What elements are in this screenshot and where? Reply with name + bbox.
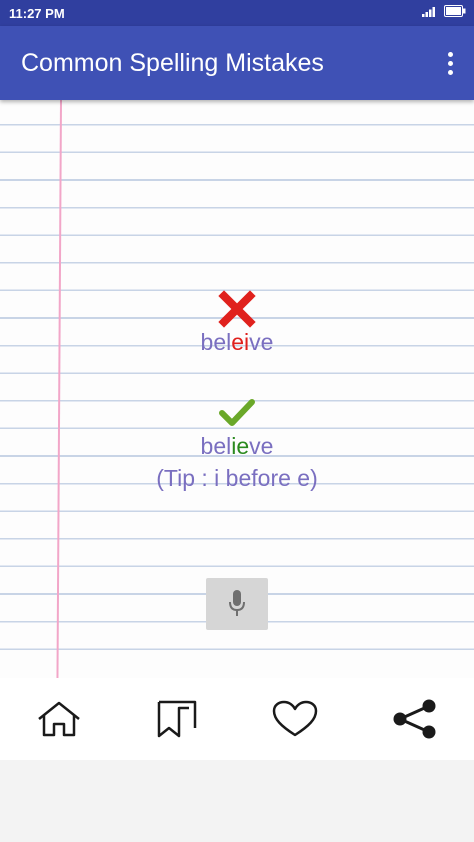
more-vert-icon[interactable] — [444, 52, 456, 76]
battery-icon — [444, 5, 466, 17]
wrong-suffix: ve — [249, 329, 274, 355]
bottom-nav — [0, 678, 474, 760]
app-title: Common Spelling Mistakes — [21, 49, 324, 77]
correct-spelling: believe — [0, 433, 474, 460]
correct-prefix: bel — [200, 433, 232, 459]
bookmark-icon — [157, 700, 197, 738]
spelling-tip: (Tip : i before e) — [156, 465, 318, 491]
signal-icon — [422, 7, 435, 17]
cross-icon — [218, 290, 256, 328]
wrong-highlight: ei — [231, 329, 250, 355]
speak-button[interactable] — [206, 578, 268, 630]
wrong-prefix: bel — [200, 329, 232, 355]
app-bar: Common Spelling Mistakes — [0, 26, 474, 100]
home-icon — [38, 701, 80, 737]
correct-highlight: ie — [231, 433, 250, 459]
status-time: 11:27 PM — [9, 6, 65, 21]
heart-icon — [272, 700, 318, 737]
home-button[interactable] — [0, 678, 118, 760]
ad-area — [0, 760, 474, 842]
share-icon — [393, 699, 436, 739]
margin-line — [56, 100, 62, 678]
notebook-paper: beleive believe (Tip : i before e) — [0, 100, 474, 678]
correct-suffix: ve — [249, 433, 274, 459]
wrong-spelling: beleive — [0, 329, 474, 356]
microphone-icon — [229, 590, 245, 616]
share-button[interactable] — [356, 678, 474, 760]
check-icon — [219, 399, 255, 426]
bookmark-button[interactable] — [118, 678, 236, 760]
status-bar: 11:27 PM — [0, 0, 474, 26]
status-icons — [422, 5, 466, 17]
favorite-button[interactable] — [236, 678, 354, 760]
